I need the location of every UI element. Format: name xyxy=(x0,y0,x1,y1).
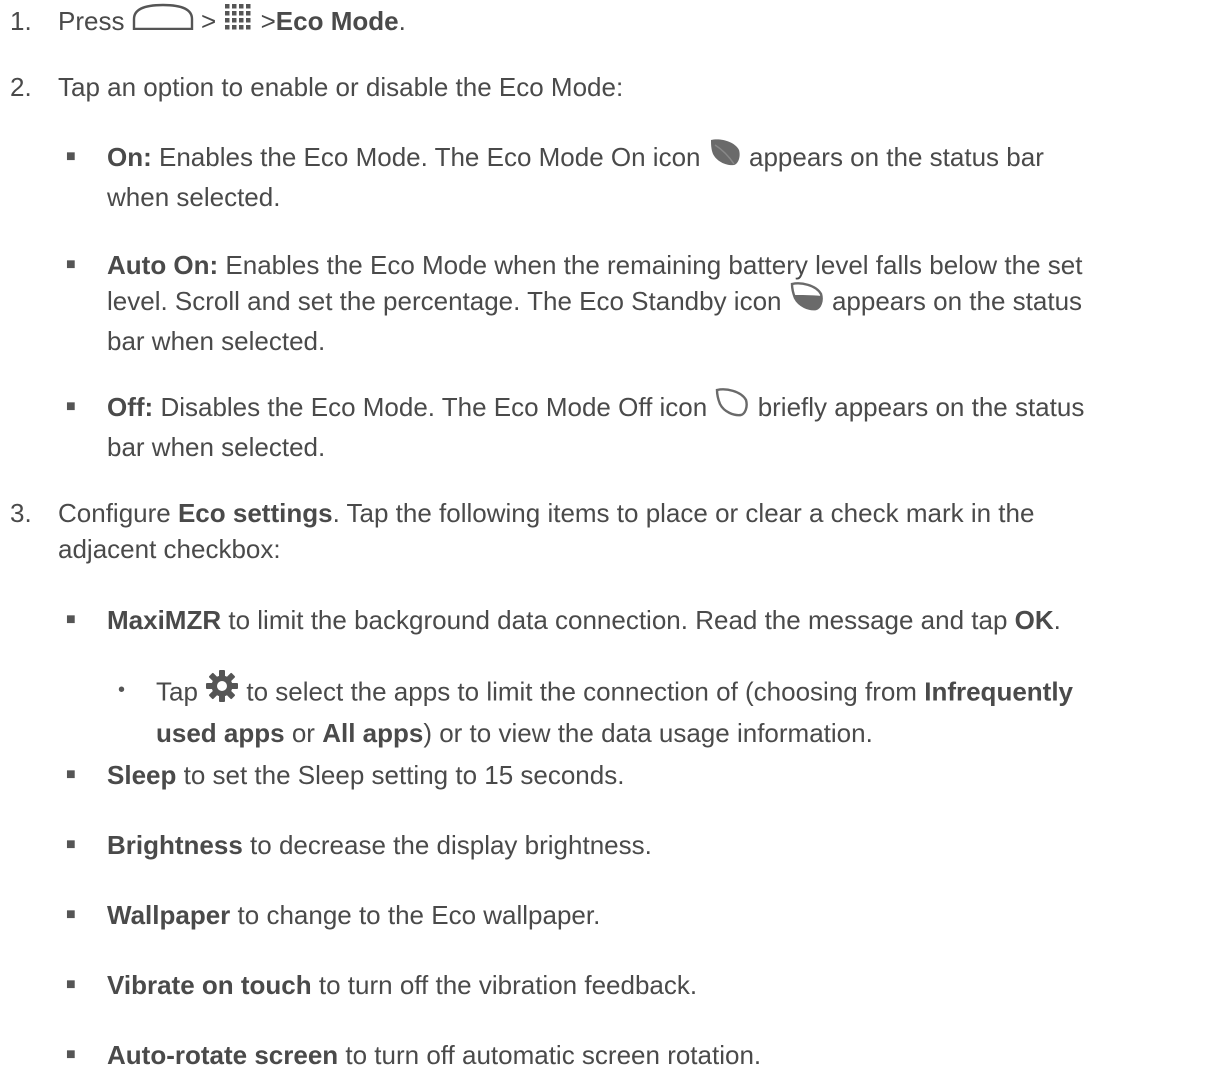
bullet-dot: • xyxy=(118,679,126,701)
setting-item: ■ Sleep to set the Sleep setting to 15 se… xyxy=(66,757,1211,793)
option-text: bar when selected. xyxy=(107,431,326,462)
ok-label: OK xyxy=(1014,605,1054,635)
grid-dot xyxy=(239,10,244,16)
option-text: appears on the status bar xyxy=(748,142,1044,172)
option-label: On: xyxy=(107,142,152,172)
apps-grid-icon xyxy=(223,2,253,39)
option-text: or xyxy=(291,718,315,748)
bullet-square: ■ xyxy=(66,836,76,853)
option-text: to limit the background data connection.… xyxy=(228,605,1008,635)
punctuation: . xyxy=(1053,605,1061,635)
setting-label: Wallpaper xyxy=(107,900,231,930)
option-text: bar when selected. xyxy=(107,325,326,356)
grid-dot xyxy=(225,17,230,23)
option-text: to select the apps to limit the connecti… xyxy=(246,676,917,707)
step-number: 1. xyxy=(10,6,32,36)
step-text: adjacent checkbox: xyxy=(58,534,281,564)
grid-dot xyxy=(232,17,237,23)
bullet-square: ■ xyxy=(66,398,76,415)
leaf-outline-icon xyxy=(714,387,750,426)
punctuation: . xyxy=(398,6,406,36)
step-2: 2. Tap an option to enable or disable th… xyxy=(10,69,1211,105)
option-label: Auto On: xyxy=(107,250,219,280)
option-text: Disables the Eco Mode. The Eco Mode Off … xyxy=(160,392,708,422)
bullet-maximzr: ■ MaxiMZR to limit the background data c… xyxy=(66,602,1211,638)
bullet-off: ■ Off: Disables the Eco Mode. The Eco Mo… xyxy=(66,387,1211,465)
bullet-square: ■ xyxy=(66,1046,76,1063)
step-number: 2. xyxy=(10,72,32,102)
step-1: 1. Press > >Eco Mode. xyxy=(10,3,1211,42)
option-text: ) or to view the data usage information. xyxy=(423,718,873,748)
gear-icon xyxy=(205,669,239,712)
bullet-square: ■ xyxy=(66,906,76,923)
setting-text: to turn off the vibration feedback. xyxy=(318,970,698,1000)
setting-item: ■ Auto-rotate screen to turn off automati… xyxy=(66,1037,1211,1073)
option-label: MaxiMZR xyxy=(107,605,222,635)
sub-bullet-gear: • Tap to select the apps to limit the co… xyxy=(118,669,1211,751)
option-text: Tap xyxy=(156,676,198,707)
option-text: briefly appears on the status xyxy=(757,392,1085,422)
setting-text: to decrease the display brightness. xyxy=(250,830,652,860)
grid-dot xyxy=(225,3,230,9)
eco-settings-label: Eco settings xyxy=(177,498,333,528)
setting-label: Brightness xyxy=(107,830,243,860)
grid-dot xyxy=(246,17,251,23)
leaf-half-icon xyxy=(789,281,825,320)
grid-dot xyxy=(239,3,244,9)
bullet-on: ■ On: Enables the Eco Mode. The Eco Mode… xyxy=(66,137,1211,215)
setting-item: ■ Brightness to decrease the display brig… xyxy=(66,827,1211,863)
step-text: . Tap the following items to place or cl… xyxy=(332,498,1035,528)
grid-dot xyxy=(232,24,237,30)
home-key-icon xyxy=(132,2,194,39)
step-text: Configure xyxy=(58,498,171,528)
grid-dot xyxy=(246,10,251,16)
setting-label: Vibrate on touch xyxy=(107,970,312,1000)
bullet-auto-on: ■ Auto On: Enables the Eco Mode when the… xyxy=(66,247,1211,359)
setting-text: to set the Sleep setting to 15 seconds. xyxy=(183,760,625,790)
grid-dot xyxy=(232,3,237,9)
grid-dot xyxy=(239,24,244,30)
all-apps-label: All apps xyxy=(322,718,424,748)
setting-text: to change to the Eco wallpaper. xyxy=(237,900,601,930)
grid-dot xyxy=(246,3,251,9)
separator: > xyxy=(260,6,276,36)
setting-label: Auto-rotate screen xyxy=(107,1040,339,1070)
bullet-square: ■ xyxy=(66,148,76,165)
option-label: Off: xyxy=(107,392,154,422)
grid-dot xyxy=(239,17,244,23)
option-text: Enables the Eco Mode. The Eco Mode On ic… xyxy=(159,142,701,172)
option-text: when selected. xyxy=(107,181,281,212)
option-text: level. Scroll and set the percentage. Th… xyxy=(107,286,782,316)
step-number: 3. xyxy=(10,498,32,528)
setting-text: to turn off automatic screen rotation. xyxy=(345,1040,762,1070)
bullet-square: ■ xyxy=(66,976,76,993)
setting-item: ■ Wallpaper to change to the Eco wallpape… xyxy=(66,897,1211,933)
separator: > xyxy=(200,6,217,36)
option-text: Enables the Eco Mode when the remaining … xyxy=(225,250,1083,280)
step-3: 3. Configure Eco settings. Tap the follo… xyxy=(10,495,1211,567)
bullet-square: ■ xyxy=(66,611,76,628)
setting-item: ■ Vibrate on touch to turn off the vibrat… xyxy=(66,967,1211,1003)
leaf-filled-icon xyxy=(708,137,742,176)
setting-label: Sleep xyxy=(107,760,177,790)
grid-dot xyxy=(246,24,251,30)
grid-dot xyxy=(225,10,230,16)
bullet-square: ■ xyxy=(66,256,76,273)
step-text: Press xyxy=(58,6,125,36)
grid-dot xyxy=(225,24,230,30)
infrequently-label: Infrequently xyxy=(924,676,1074,707)
grid-dot xyxy=(232,10,237,16)
bullet-square: ■ xyxy=(66,766,76,783)
eco-mode-label: Eco Mode xyxy=(275,6,399,36)
used-apps-label: used apps xyxy=(156,718,285,748)
step-text: Tap an option to enable or disable the E… xyxy=(58,72,624,102)
option-text: appears on the status xyxy=(831,286,1083,316)
